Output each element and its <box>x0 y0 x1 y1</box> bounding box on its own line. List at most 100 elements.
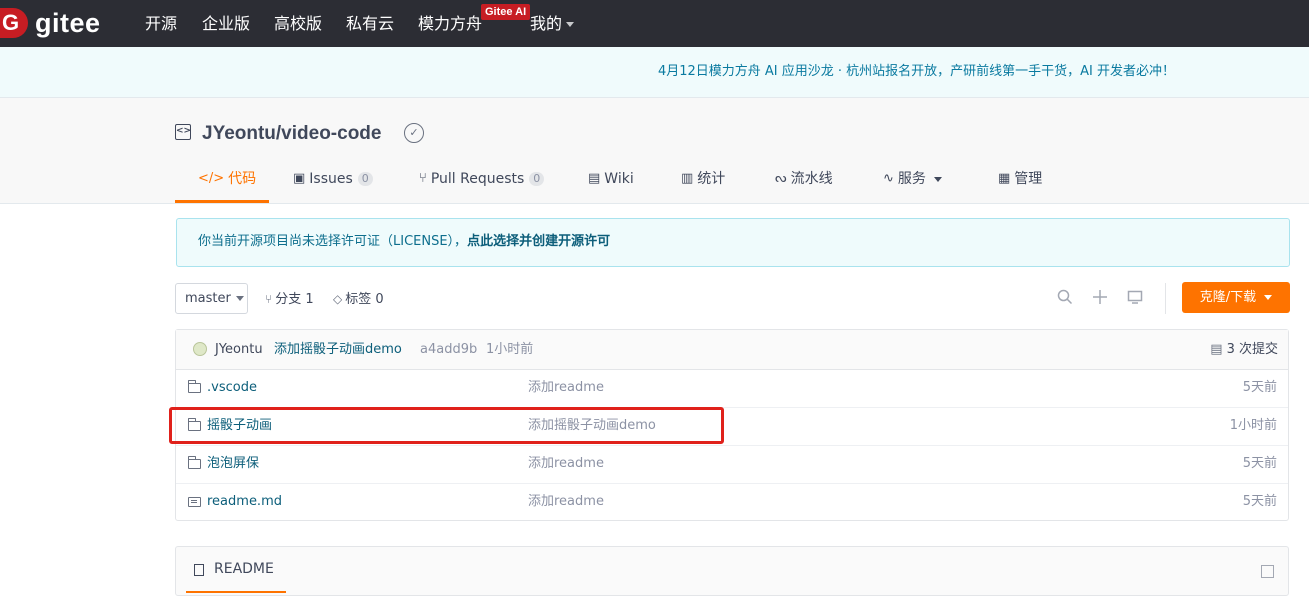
manage-icon: ▦ <box>998 171 1011 186</box>
announcement-bar: 4月12日模力方舟 AI 应用沙龙 · 杭州站报名开放，产研前线第一手干货，AI… <box>0 47 1309 98</box>
nav-private-cloud[interactable]: 私有云 <box>346 14 394 34</box>
web-ide-icon[interactable] <box>1127 289 1143 309</box>
commit-history-icon: ▤ <box>1210 342 1223 357</box>
file-commit-time: 5天前 <box>1242 456 1277 471</box>
tab-issues-label: Issues <box>309 171 353 187</box>
repo-title[interactable]: JYeontu/video-code <box>202 122 381 146</box>
clone-download-label: 克隆/下载 <box>1199 290 1257 305</box>
commit-hash[interactable]: a4add9b <box>420 342 477 358</box>
commit-message[interactable]: 添加摇骰子动画demo <box>274 342 402 358</box>
nav-open-source[interactable]: 开源 <box>145 14 177 34</box>
license-notice: 你当前开源项目尚未选择许可证（LICENSE），点此选择并创建开源许可 <box>176 218 1290 267</box>
tab-stats[interactable]: ▥ 统计 <box>681 170 725 188</box>
tab-pipeline-label: 流水线 <box>790 171 833 187</box>
latest-commit-bar: JYeontu 添加摇骰子动画demo a4add9b 1小时前 ▤ 3 次提交 <box>176 330 1288 370</box>
file-name-link[interactable]: readme.md <box>188 494 282 510</box>
folder-icon <box>188 380 201 393</box>
folder-icon <box>188 418 201 431</box>
file-commit-time: 5天前 <box>1242 494 1277 509</box>
readme-panel: README <box>175 546 1289 596</box>
branch-select-value: master <box>185 291 231 306</box>
table-row[interactable]: readme.md 添加readme 5天前 <box>176 483 1288 521</box>
file-name: readme.md <box>207 494 282 509</box>
create-license-link[interactable]: 点此选择并创建开源许可 <box>467 234 610 249</box>
readme-tab-content: README <box>194 561 274 578</box>
clone-download-button[interactable]: 克隆/下载 <box>1182 282 1290 313</box>
readme-label: README <box>214 561 274 577</box>
commit-author[interactable]: JYeontu <box>215 342 263 358</box>
readme-tab[interactable]: README <box>186 547 286 593</box>
file-commit-message[interactable]: 添加readme <box>528 380 604 396</box>
repo-header: <> JYeontu/video-code ✓ </> 代码 ▣ Issues 0 ⑂… <box>0 98 1309 204</box>
file-name-link[interactable]: 泡泡屏保 <box>188 456 259 472</box>
tags-link[interactable]: ◇ 标签 0 <box>333 291 384 308</box>
issues-icon: ▣ <box>293 171 306 186</box>
gitee-logo-text: gitee <box>35 8 101 38</box>
table-row[interactable]: 泡泡屏保 添加readme 5天前 <box>176 445 1288 484</box>
branches-link[interactable]: ⑂ 分支 1 <box>265 291 314 308</box>
file-name-link[interactable]: .vscode <box>188 380 257 396</box>
tab-issues[interactable]: ▣ Issues 0 <box>293 170 373 188</box>
file-commit-message[interactable]: 添加readme <box>528 494 604 510</box>
tab-wiki[interactable]: ▤ Wiki <box>588 170 634 188</box>
chevron-down-icon <box>933 176 942 182</box>
nav-moli-fangzhou[interactable]: 模力方舟 <box>418 14 482 34</box>
commit-time: 1小时前 <box>486 342 534 357</box>
tags-label: 标签 0 <box>345 292 384 307</box>
nav-mine-menu[interactable]: 我的 <box>530 14 575 34</box>
nav-education[interactable]: 高校版 <box>274 14 322 34</box>
chevron-down-icon <box>235 296 244 301</box>
table-row[interactable]: 摇骰子动画 添加摇骰子动画demo 1小时前 <box>176 407 1288 446</box>
tab-wiki-label: Wiki <box>604 171 634 187</box>
branch-select[interactable]: master <box>175 283 248 314</box>
tab-pull-requests[interactable]: ⑂ Pull Requests 0 <box>419 170 545 188</box>
branches-label: 分支 1 <box>275 292 314 307</box>
tab-code-label: 代码 <box>228 171 257 187</box>
file-name: .vscode <box>207 380 257 395</box>
file-name-link[interactable]: 摇骰子动画 <box>188 418 272 434</box>
announcement-link[interactable]: 4月12日模力方舟 AI 应用沙龙 · 杭州站报名开放，产研前线第一手干货，AI… <box>658 64 1175 80</box>
chevron-down-icon <box>566 22 575 27</box>
avatar[interactable] <box>193 342 207 356</box>
file-icon <box>188 497 201 507</box>
license-message: 你当前开源项目尚未选择许可证（LICENSE）， <box>198 234 468 249</box>
nav-mine-label: 我的 <box>530 14 563 33</box>
top-navbar: G gitee 开源 企业版 高校版 私有云 模力方舟 Gitee AI 我的 <box>0 0 1309 47</box>
tab-service[interactable]: ∿ 服务 <box>883 170 942 188</box>
table-row[interactable]: .vscode 添加readme 5天前 <box>176 369 1288 408</box>
license-notice-text: 你当前开源项目尚未选择许可证（LICENSE），点此选择并创建开源许可 <box>198 234 610 250</box>
commit-count-link[interactable]: ▤ 3 次提交 <box>1210 342 1278 358</box>
edit-icon[interactable] <box>1261 565 1274 578</box>
tab-pipeline[interactable]: ᔓ 流水线 <box>775 170 833 188</box>
tab-code[interactable]: </> 代码 <box>198 170 256 188</box>
tag-icon: ◇ <box>333 292 343 306</box>
gitee-ai-badge[interactable]: Gitee AI <box>481 4 531 20</box>
add-file-icon[interactable] <box>1092 289 1108 309</box>
wiki-icon: ▤ <box>588 171 601 186</box>
stats-icon: ▥ <box>681 171 694 186</box>
file-commit-message[interactable]: 添加摇骰子动画demo <box>528 418 656 434</box>
branch-icon: ⑂ <box>265 292 273 306</box>
tab-manage[interactable]: ▦ 管理 <box>998 170 1042 188</box>
file-name: 摇骰子动画 <box>207 418 273 433</box>
pull-request-icon: ⑂ <box>419 171 427 186</box>
file-commit-time: 1小时前 <box>1229 418 1277 433</box>
nav-enterprise[interactable]: 企业版 <box>202 14 250 34</box>
gitee-logo[interactable]: G gitee <box>0 8 101 38</box>
issues-count-badge: 0 <box>357 172 373 186</box>
service-icon: ∿ <box>883 171 894 186</box>
file-commit-time: 5天前 <box>1242 380 1277 395</box>
tab-service-label: 服务 <box>897 171 926 187</box>
chevron-down-icon <box>1264 295 1273 300</box>
file-commit-message[interactable]: 添加readme <box>528 456 604 472</box>
toolbar-divider <box>1165 283 1166 314</box>
repo-badge-icon[interactable]: ✓ <box>404 123 424 143</box>
document-icon <box>194 563 204 576</box>
file-tree: JYeontu 添加摇骰子动画demo a4add9b 1小时前 ▤ 3 次提交 … <box>175 329 1289 521</box>
pipeline-icon: ᔓ <box>775 171 787 186</box>
search-icon[interactable] <box>1057 289 1073 309</box>
commit-count-label: 3 次提交 <box>1226 342 1278 357</box>
tab-pr-label: Pull Requests <box>430 171 525 187</box>
pr-count-badge: 0 <box>529 172 545 186</box>
repo-code-icon: <> <box>175 124 191 140</box>
